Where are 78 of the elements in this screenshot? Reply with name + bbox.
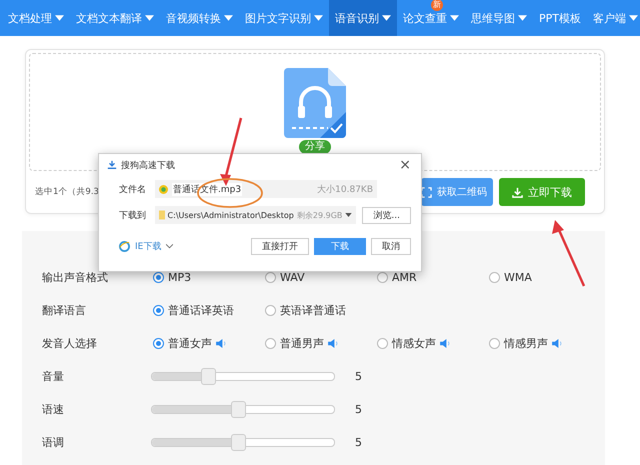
radio-button[interactable] — [265, 338, 276, 349]
option-label: WAV — [280, 271, 305, 284]
setting-label: 输出声音格式 — [42, 270, 109, 285]
option-label: 情感男声 — [504, 336, 548, 351]
option-label: WMA — [504, 271, 532, 284]
setting-label: 翻译语言 — [42, 303, 87, 318]
audio-file-icon — [284, 68, 346, 138]
caret-icon — [629, 15, 638, 21]
radio-button[interactable] — [153, 305, 164, 316]
slider-value: 5 — [355, 370, 362, 383]
field-label: 下载到 — [119, 210, 147, 222]
open-directly-button[interactable]: 直接打开 — [251, 238, 309, 255]
download-button[interactable]: 下载 — [314, 238, 366, 255]
dialog-title: 搜狗高速下载 — [121, 160, 175, 172]
setting-label: 语调 — [42, 435, 65, 450]
caret-icon — [382, 15, 391, 21]
radio-button[interactable] — [489, 338, 500, 349]
radio-button[interactable] — [265, 272, 276, 283]
radio-button[interactable] — [265, 305, 276, 316]
speaker-icon[interactable] — [552, 339, 563, 348]
field-label: 文件名 — [119, 184, 147, 196]
ie-download-link[interactable]: IE下载 — [135, 240, 162, 253]
download-icon — [107, 160, 117, 170]
music-file-icon — [159, 184, 168, 194]
nav-menu-item[interactable]: 图片文字识别 — [239, 0, 329, 36]
slider-handle[interactable] — [230, 434, 246, 451]
folder-icon — [158, 210, 165, 220]
annotation-arrow — [220, 118, 242, 186]
download-icon — [512, 186, 523, 198]
radio-button[interactable] — [153, 272, 164, 283]
new-badge: 新 — [431, 0, 443, 11]
share-tag[interactable]: 分享 — [299, 140, 331, 154]
slider-value: 5 — [355, 436, 362, 449]
caret-icon — [145, 15, 154, 21]
radio-button[interactable] — [489, 272, 500, 283]
nav-menu-item[interactable]: 思维导图 — [465, 0, 533, 36]
caret-icon — [314, 15, 323, 21]
option-label: 普通男声 — [280, 336, 324, 351]
caret-icon — [518, 15, 527, 21]
option-label: 英语译普通话 — [280, 303, 346, 318]
radio-button[interactable] — [377, 338, 388, 349]
slider-handle[interactable] — [230, 401, 246, 418]
speaker-icon[interactable] — [440, 339, 451, 348]
save-path-field[interactable]: C:\Users\Administrator\Desktop 剩余29.9GB — [154, 206, 356, 224]
caret-icon — [55, 15, 64, 21]
nav-menu-item[interactable]: 文档文本翻译 — [70, 0, 160, 36]
ie-logo-icon — [119, 241, 130, 252]
dropdown-caret-icon — [345, 213, 352, 217]
nav-menu-item[interactable]: 音视频转换 — [160, 0, 239, 36]
browse-button[interactable]: 浏览... — [362, 206, 411, 224]
radio-button[interactable] — [153, 338, 164, 349]
setting-label: 音量 — [42, 369, 65, 384]
download-now-button[interactable]: 立即下载 — [499, 178, 585, 206]
setting-label: 发音人选择 — [42, 336, 98, 351]
caret-icon — [450, 15, 459, 21]
nav-menu-item[interactable]: 新 论文查重 — [397, 0, 465, 36]
setting-label: 语速 — [42, 402, 65, 417]
option-label: 情感女声 — [392, 336, 436, 351]
slider-handle[interactable] — [201, 368, 216, 385]
option-label: AMR — [392, 271, 417, 284]
slider-value: 5 — [355, 403, 362, 416]
selection-summary: 选中1个（共9.3 — [35, 186, 99, 198]
option-label: MP3 — [168, 271, 192, 284]
nav-menu-item[interactable]: 文档处理 — [2, 0, 70, 36]
speaker-icon[interactable] — [328, 339, 339, 348]
nav-menu-item[interactable]: 客户端 — [587, 0, 640, 36]
cancel-button[interactable]: 取消 — [371, 238, 411, 255]
caret-icon — [224, 15, 233, 21]
nav-menu-item[interactable]: 语音识别 — [329, 0, 397, 36]
option-label: 普通话译英语 — [168, 303, 234, 318]
option-label: 普通女声 — [168, 336, 212, 351]
annotation-arrow — [552, 220, 586, 286]
nav-menu-item[interactable]: PPT模板 — [533, 0, 587, 36]
get-qr-code-button[interactable]: 获取二维码 — [421, 178, 493, 206]
speaker-icon[interactable] — [216, 339, 227, 348]
close-button[interactable]: × — [399, 157, 411, 173]
radio-button[interactable] — [377, 272, 388, 283]
chevron-down-icon[interactable] — [166, 244, 174, 249]
